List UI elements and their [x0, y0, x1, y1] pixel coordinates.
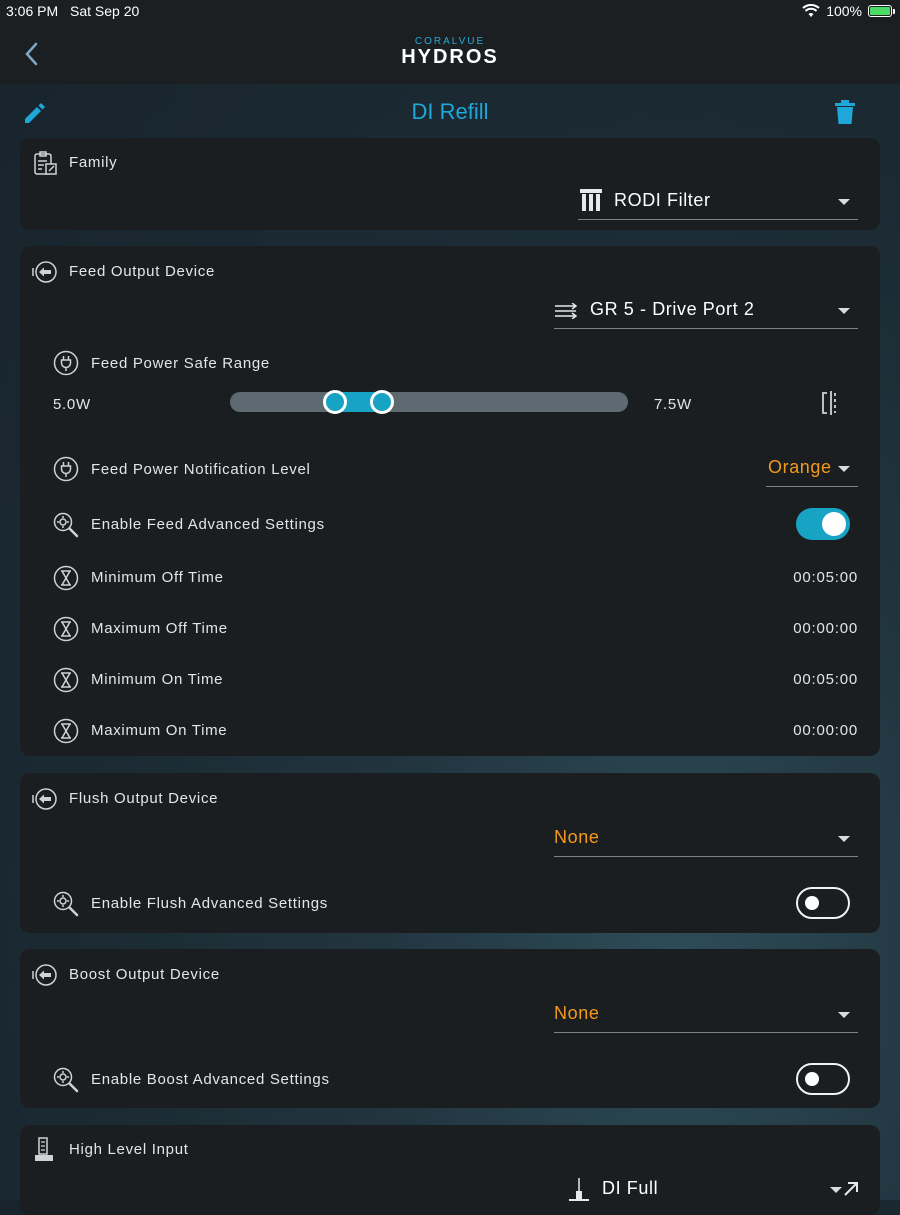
boost-device-value: None — [554, 1003, 600, 1023]
chevron-down-icon — [838, 308, 850, 314]
chevron-down-icon — [838, 836, 850, 842]
high-level-card: High Level Input DI Full — [20, 1125, 880, 1215]
hourglass-icon — [53, 616, 79, 642]
boost-card: Boost Output Device None Enable Boost Ad… — [20, 949, 880, 1108]
max-off-value[interactable]: 00:00:00 — [793, 620, 858, 637]
brand-big: HYDROS — [401, 46, 499, 68]
feed-card: Feed Output Device GR 5 - Drive Port 2 F… — [20, 246, 880, 756]
status-date: Sat Sep 20 — [70, 3, 140, 19]
gear-search-icon — [53, 891, 79, 917]
trash-icon[interactable] — [834, 99, 856, 125]
boost-label: Boost Output Device — [69, 966, 220, 983]
feed-device-select[interactable]: GR 5 - Drive Port 2 — [554, 294, 858, 329]
slider-max-handle[interactable] — [370, 390, 394, 414]
clipboard-icon — [34, 151, 57, 175]
hourglass-icon — [53, 718, 79, 744]
status-bar: 3:06 PM Sat Sep 20 100% — [0, 0, 900, 24]
flush-device-value: None — [554, 827, 600, 847]
notification-value: Orange — [768, 457, 832, 477]
back-icon[interactable] — [20, 40, 44, 68]
min-on-label: Minimum On Time — [91, 671, 224, 688]
output-device-icon — [32, 964, 57, 986]
max-off-label: Maximum Off Time — [91, 620, 228, 637]
boost-device-select[interactable]: None — [554, 998, 858, 1033]
flush-device-select[interactable]: None — [554, 822, 858, 857]
feed-device-value: GR 5 - Drive Port 2 — [590, 299, 755, 319]
chevron-down-icon — [838, 1012, 850, 1018]
flush-advanced-label: Enable Flush Advanced Settings — [91, 895, 328, 912]
notification-label: Feed Power Notification Level — [91, 461, 311, 478]
range-adjust-icon[interactable] — [818, 390, 844, 416]
output-device-icon — [32, 261, 57, 283]
safe-range-slider[interactable] — [230, 390, 628, 414]
max-on-label: Maximum On Time — [91, 722, 228, 739]
hourglass-icon — [53, 565, 79, 591]
min-off-value[interactable]: 00:05:00 — [793, 569, 858, 586]
family-value: RODI Filter — [614, 190, 711, 210]
plug-icon — [53, 456, 79, 482]
max-on-value[interactable]: 00:00:00 — [793, 722, 858, 739]
chevron-down-icon — [838, 199, 850, 205]
chevron-down-icon — [830, 1187, 842, 1193]
family-select[interactable]: RODI Filter — [578, 185, 858, 220]
status-right: 100% — [802, 3, 895, 19]
range-max-value: 7.5W — [654, 396, 692, 413]
plug-icon — [53, 350, 79, 376]
boost-advanced-label: Enable Boost Advanced Settings — [91, 1071, 330, 1088]
range-min-value: 5.0W — [53, 396, 91, 413]
page-title: DI Refill — [411, 99, 489, 124]
high-level-select[interactable]: DI Full — [568, 1173, 842, 1207]
battery-percent: 100% — [826, 3, 862, 19]
safe-range-label: Feed Power Safe Range — [91, 355, 270, 372]
nav-bar: CORALVUE HYDROS — [0, 24, 900, 84]
min-on-value[interactable]: 00:05:00 — [793, 671, 858, 688]
feed-label: Feed Output Device — [69, 263, 216, 280]
high-level-label: High Level Input — [69, 1141, 189, 1158]
high-level-value: DI Full — [602, 1178, 659, 1198]
status-time: 3:06 PM — [6, 3, 59, 19]
flush-label: Flush Output Device — [69, 790, 219, 807]
feed-advanced-toggle[interactable] — [796, 508, 850, 540]
hourglass-icon — [53, 667, 79, 693]
battery-icon — [868, 5, 895, 17]
slider-min-handle[interactable] — [323, 390, 347, 414]
chevron-down-icon — [838, 466, 850, 472]
gear-search-icon — [53, 512, 79, 538]
feed-advanced-label: Enable Feed Advanced Settings — [91, 516, 325, 533]
family-label: Family — [69, 154, 118, 171]
brand-logo: CORALVUE HYDROS — [395, 36, 505, 69]
gear-search-icon — [53, 1067, 79, 1093]
flush-card: Flush Output Device None Enable Flush Ad… — [20, 773, 880, 933]
level-sensor-icon — [569, 1178, 589, 1201]
flush-advanced-toggle[interactable] — [796, 887, 850, 919]
title-bar: DI Refill — [0, 84, 900, 138]
boost-advanced-toggle[interactable] — [796, 1063, 850, 1095]
family-card: Family RODI Filter — [20, 138, 880, 230]
min-off-label: Minimum Off Time — [91, 569, 224, 586]
output-device-icon — [32, 788, 57, 810]
level-sensor-icon — [35, 1137, 53, 1161]
wifi-icon — [802, 4, 820, 17]
external-link-icon[interactable] — [842, 1180, 860, 1198]
filter-icon — [580, 189, 602, 211]
flow-arrows-icon — [555, 303, 578, 319]
notification-level-select[interactable]: Orange — [766, 452, 858, 487]
